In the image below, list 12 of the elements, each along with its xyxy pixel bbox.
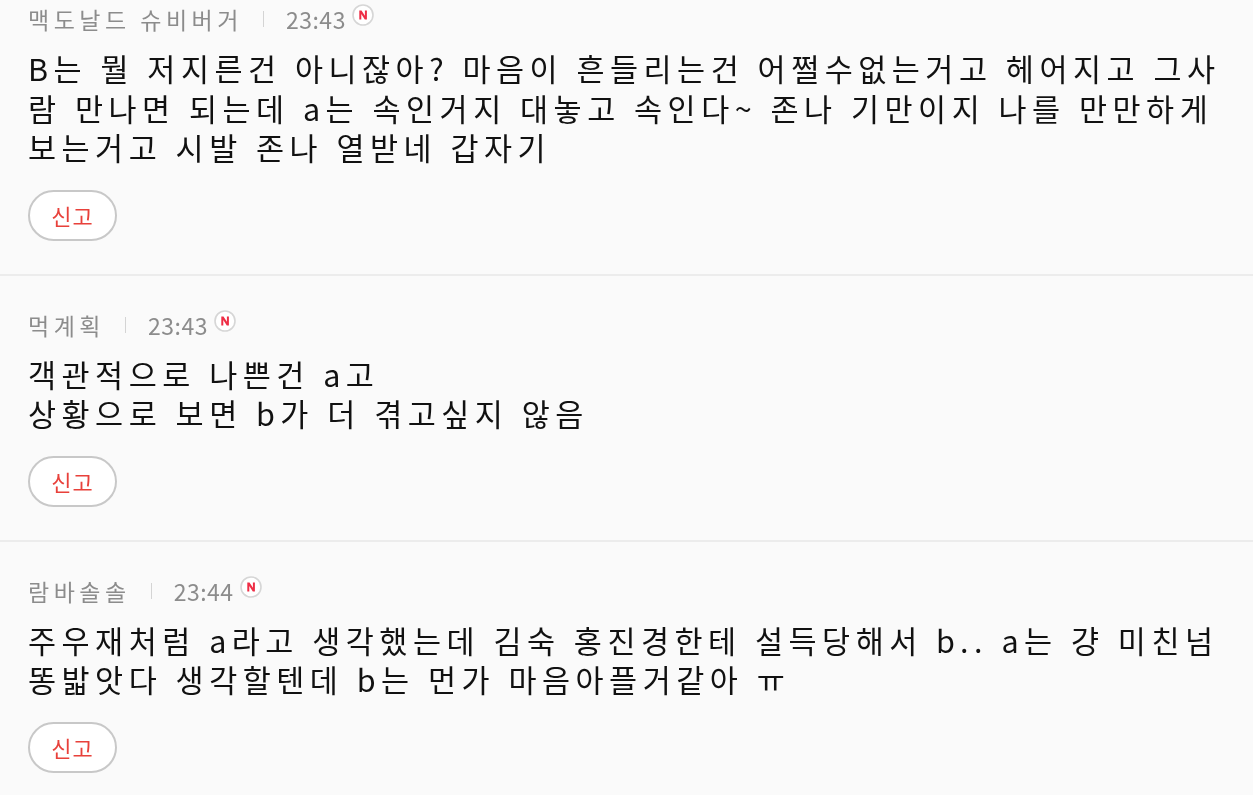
comment-text: 주우재처럼 a라고 생각했는데 김숙 홍진경한테 설득당해서 b.. a는 걍 미친넘 똥밟앗다 생각할텐데 b는 먼가 마음아플거같아 ㅠ	[28, 620, 1220, 700]
comment-text: B는 뭘 저지른건 아니잖아? 마음이 흔들리는건 어쩔수없는거고 헤어지고 그사람 만나면 되는데 a는 속인거지 대놓고 속인다~ 존나 기만이지 나를 만만하게 보는거고 시발 존나 열받네 갑자기	[28, 49, 1222, 168]
comment-time: 23:44	[173, 577, 234, 604]
comment-time: 23:43	[148, 311, 208, 338]
comment-time: 23:43	[285, 6, 346, 32]
report-button[interactable]: 신고	[28, 721, 117, 773]
comment-author: 먹계획	[28, 311, 105, 338]
report-button[interactable]: 신고	[28, 455, 117, 507]
comment-author: 람바솔솔	[28, 577, 131, 604]
comment-text: 객관적으로 나쁜건 a고 상황으로 보면 b가 더 겪고싶지 않음	[28, 354, 590, 434]
comment-author: 맥도날드 슈비버거	[28, 6, 243, 32]
report-button[interactable]: 신고	[28, 189, 117, 241]
